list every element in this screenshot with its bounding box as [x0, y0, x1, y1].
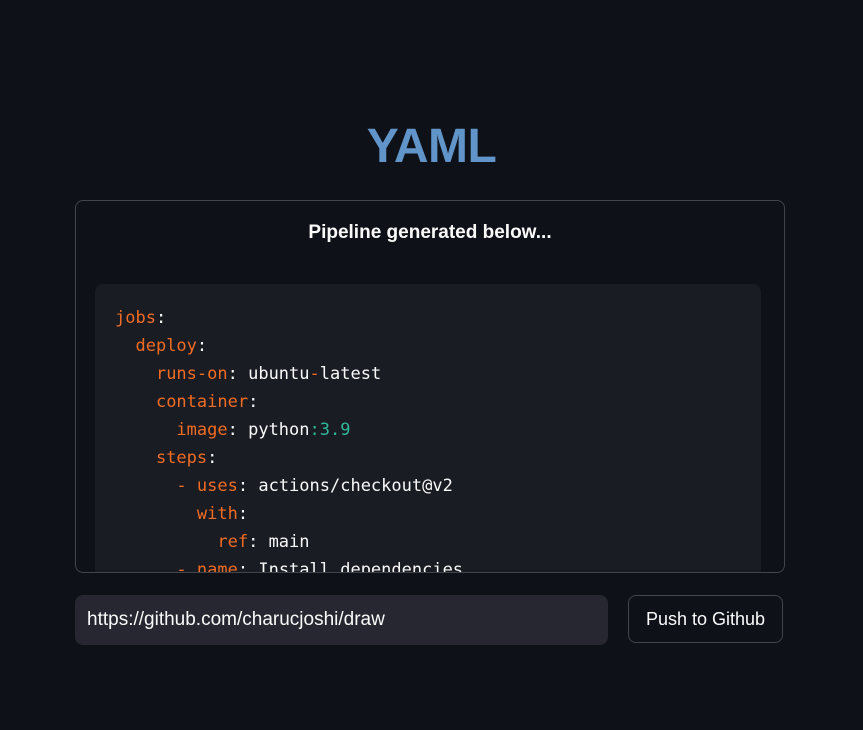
code-line: - uses: actions/checkout@v2 — [115, 472, 741, 500]
yaml-token: - — [309, 364, 320, 384]
yaml-token: latest — [319, 364, 382, 384]
code-line: runs-on: ubuntu-latest — [115, 360, 741, 388]
yaml-token: - — [176, 560, 197, 573]
yaml-token — [115, 476, 176, 496]
yaml-key: deploy — [135, 336, 197, 356]
yaml-token — [115, 420, 176, 440]
code-line: with: — [115, 500, 741, 528]
yaml-token: : — [237, 504, 249, 524]
push-to-github-button[interactable]: Push to Github — [628, 595, 783, 643]
yaml-token: - — [176, 476, 197, 496]
page-title: YAML — [366, 120, 497, 173]
app-page: YAML Pipeline generated below... jobs: d… — [0, 0, 863, 730]
yaml-number: :3.9 — [309, 420, 351, 440]
yaml-key: uses — [196, 476, 238, 496]
yaml-token: actions/checkout@v2 — [258, 476, 453, 496]
yaml-token: : — [248, 532, 269, 552]
pipeline-card: Pipeline generated below... jobs: deploy… — [75, 200, 785, 573]
yaml-token: : — [237, 560, 259, 573]
yaml-token — [115, 364, 156, 384]
yaml-token: : — [227, 364, 249, 384]
yaml-token — [115, 448, 156, 468]
yaml-token — [115, 560, 176, 572]
yaml-key: name — [196, 560, 238, 573]
code-line: steps: — [115, 444, 741, 472]
yaml-key: with — [196, 504, 238, 524]
yaml-token — [115, 532, 217, 552]
code-line: deploy: — [115, 332, 741, 360]
yaml-key: steps — [155, 448, 208, 468]
code-line: jobs: — [115, 304, 741, 332]
repo-url-input[interactable] — [75, 595, 608, 645]
code-line: container: — [115, 388, 741, 416]
yaml-token: : — [237, 476, 259, 496]
yaml-token — [115, 392, 156, 412]
code-line: - name: Install dependencies — [115, 556, 741, 573]
yaml-token: : — [207, 448, 218, 468]
yaml-key: container — [155, 392, 249, 412]
yaml-token: : — [227, 420, 249, 440]
yaml-key: image — [176, 420, 228, 440]
yaml-token: Install dependencies — [258, 560, 464, 573]
yaml-token: main — [268, 532, 310, 552]
yaml-key: runs-on — [155, 364, 228, 384]
yaml-key: jobs — [115, 308, 156, 328]
yaml-token — [115, 504, 197, 524]
yaml-token: : — [155, 308, 167, 328]
code-line: ref: main — [115, 528, 741, 556]
yaml-token: : — [196, 336, 208, 356]
code-line: image: python:3.9 — [115, 416, 741, 444]
pipeline-heading: Pipeline generated below... — [308, 222, 552, 243]
yaml-token — [115, 336, 135, 356]
yaml-token: ubuntu — [248, 364, 310, 384]
yaml-code-block[interactable]: jobs: deploy: runs-on: ubuntu-latest con… — [95, 284, 761, 573]
yaml-key: ref — [217, 532, 249, 552]
yaml-token: python — [248, 420, 310, 440]
yaml-token: : — [248, 392, 259, 412]
